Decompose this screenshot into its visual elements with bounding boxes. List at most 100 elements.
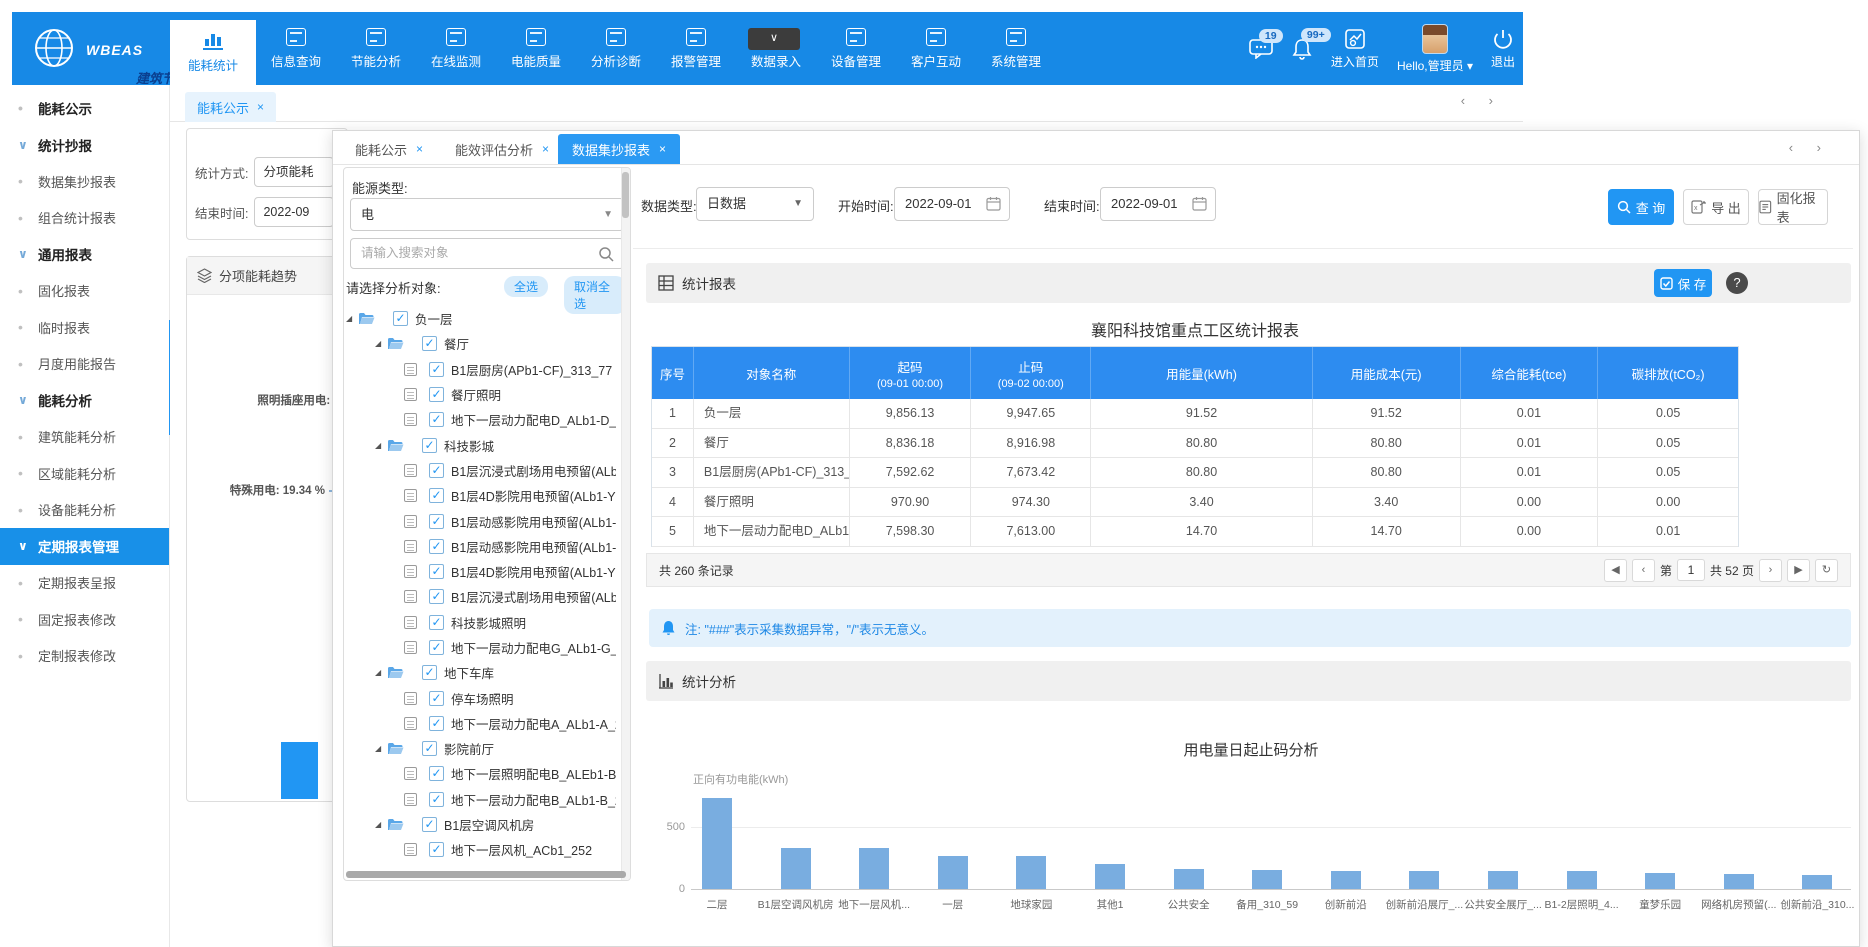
table-row[interactable]: 2餐厅8,836.188,916.9880.8080.800.010.05 [652,429,1738,459]
tree-vertical-scrollbar[interactable] [621,168,630,880]
first-page-button[interactable]: ◀ [1604,559,1627,582]
solidify-report-button[interactable]: 固化报表 [1758,189,1828,225]
tree-node[interactable]: ◢✓科技影城 [344,432,616,457]
checkbox-checked[interactable]: ✓ [429,691,444,706]
sidebar-item-12[interactable]: •设备能耗分析 [0,492,169,529]
tree-expand-icon[interactable]: ◢ [375,441,385,450]
chart-bar[interactable] [1567,871,1597,889]
window-tab-2[interactable]: 能效评估分析× [441,134,563,164]
sidebar-item-1[interactable]: •能耗公示 [0,90,169,127]
search-input[interactable]: 请输入搜索对象 [350,238,624,269]
last-page-button[interactable]: ▶ [1787,559,1810,582]
chart-bar[interactable] [702,798,732,889]
chart-bar[interactable] [1409,871,1439,889]
chart-bar[interactable] [1331,871,1361,889]
tree-node[interactable]: ◢✓B1层空调风机房 [344,812,616,837]
sidebar-item-3[interactable]: •数据集抄报表 [0,163,169,200]
nav-item-6[interactable]: 分析诊断 [576,12,656,85]
end-time-input[interactable]: 2022-09 [254,197,334,227]
nav-item-3[interactable]: 节能分析 [336,12,416,85]
messages-icon[interactable]: 19 [1249,39,1273,59]
chart-bar[interactable] [1645,873,1675,889]
nav-dropdown-caret-icon[interactable]: ∨ [748,28,800,50]
select-all-button[interactable]: 全选 [504,276,548,297]
start-date-input[interactable]: 2022-09-01 [894,187,1010,221]
chart-bar[interactable] [1724,874,1754,889]
nav-item-9[interactable]: 设备管理 [816,12,896,85]
tree-expand-icon[interactable]: ◢ [375,339,385,348]
table-row[interactable]: 5地下一层动力配电D_ALb1-D_2427,598.307,613.0014.… [652,517,1738,547]
next-page-button[interactable]: › [1759,559,1782,582]
user-menu[interactable]: Hello,管理员 ▾ [1397,24,1473,74]
tree-expand-icon[interactable]: ◢ [346,314,356,323]
checkbox-checked[interactable]: ✓ [429,615,444,630]
checkbox-checked[interactable]: ✓ [429,514,444,529]
tree-node[interactable]: ✓B1层4D影院用电预留(ALb1-YY(4 [344,483,616,508]
energy-type-select[interactable]: 电 ▼ [350,198,624,231]
chart-bar[interactable] [1252,870,1282,889]
tab-scroll-arrows[interactable]: ‹ › [1461,93,1503,108]
tree-node[interactable]: ✓停车场照明 [344,685,616,710]
chart-bar[interactable] [859,848,889,889]
sidebar-item-2[interactable]: ∨统计抄报 [0,127,169,164]
checkbox-checked[interactable]: ✓ [429,539,444,554]
checkbox-checked[interactable]: ✓ [429,716,444,731]
tree-node[interactable]: ◢✓餐厅 [344,331,616,356]
nav-item-7[interactable]: 报警管理 [656,12,736,85]
tree-node[interactable]: ◢✓影院前厅 [344,736,616,761]
tree-expand-icon[interactable]: ◢ [375,820,385,829]
chart-bar[interactable] [1488,871,1518,889]
nav-item-1[interactable]: 能耗统计 [170,20,256,85]
table-row[interactable]: 3B1层厨房(APb1-CF)_313_777,592.627,673.4280… [652,458,1738,488]
sidebar-item-14[interactable]: •定期报表呈报 [0,565,169,602]
tree-node[interactable]: ✓地下一层动力配电G_ALb1-G_269 [344,635,616,660]
nav-item-10[interactable]: 客户互动 [896,12,976,85]
tree-node[interactable]: ✓地下一层动力配电D_ALb1-D_242 [344,407,616,432]
tree-horizontal-scrollbar[interactable] [346,871,626,878]
checkbox-checked[interactable]: ✓ [422,336,437,351]
sidebar-item-6[interactable]: •固化报表 [0,273,169,310]
sidebar-item-8[interactable]: •月度用能报告 [0,346,169,383]
chart-bar[interactable] [938,856,968,889]
sidebar-item-16[interactable]: •定制报表修改 [0,638,169,675]
tree-expand-icon[interactable]: ◢ [375,668,385,677]
chart-bar[interactable] [1095,864,1125,889]
nav-item-11[interactable]: 系统管理 [976,12,1056,85]
stat-mode-select[interactable]: 分项能耗 [254,157,334,187]
sidebar-item-13[interactable]: ∨定期报表管理 [0,528,169,565]
close-icon[interactable]: × [416,142,423,156]
tree-node[interactable]: ✓B1层动感影院用电预留(ALb1-YY [344,508,616,533]
checkbox-checked[interactable]: ✓ [429,792,444,807]
outer-tab-energy-publicity[interactable]: 能耗公示 × [185,92,276,122]
chart-bar[interactable] [781,848,811,889]
tree-node[interactable]: ✓B1层4D影院用电预留(ALb1-YY(4 [344,559,616,584]
sidebar-item-15[interactable]: •固定报表修改 [0,601,169,638]
tree-node[interactable]: ✓地下一层照明配电C_ALEb1-C_26 [344,863,616,868]
nav-item-2[interactable]: 信息查询 [256,12,336,85]
checkbox-checked[interactable]: ✓ [422,817,437,832]
data-type-select[interactable]: 日数据▼ [696,187,814,221]
sidebar-item-4[interactable]: •组合统计报表 [0,200,169,237]
checkbox-checked[interactable]: ✓ [422,665,437,680]
tree-node[interactable]: ✓地下一层照明配电B_ALEb1-B_26 [344,761,616,786]
home-button[interactable]: 进入首页 [1331,28,1379,70]
alerts-bell-icon[interactable]: 99+ [1291,38,1313,60]
checkbox-checked[interactable]: ✓ [429,589,444,604]
tree-expand-icon[interactable]: ◢ [375,744,385,753]
sidebar-item-11[interactable]: •区域能耗分析 [0,455,169,492]
tree-node[interactable]: ✓餐厅照明 [344,382,616,407]
help-icon[interactable]: ? [1726,272,1748,294]
checkbox-checked[interactable]: ✓ [429,387,444,402]
nav-item-5[interactable]: 电能质量 [496,12,576,85]
end-date-input[interactable]: 2022-09-01 [1100,187,1216,221]
prev-page-button[interactable]: ‹ [1632,559,1655,582]
sidebar-item-9[interactable]: ∨能耗分析 [0,382,169,419]
nav-item-4[interactable]: 在线监测 [416,12,496,85]
close-icon[interactable]: × [659,142,666,156]
page-input[interactable]: 1 [1677,559,1705,581]
tree-node[interactable]: ✓B1层沉浸式剧场用电预留(ALb1-Y [344,584,616,609]
logout-button[interactable]: 退出 [1491,28,1515,70]
checkbox-checked[interactable]: ✓ [429,412,444,427]
refresh-icon[interactable]: ↻ [1815,559,1838,582]
tree-node[interactable]: ✓地下一层动力配电A_ALb1-A_266 [344,711,616,736]
